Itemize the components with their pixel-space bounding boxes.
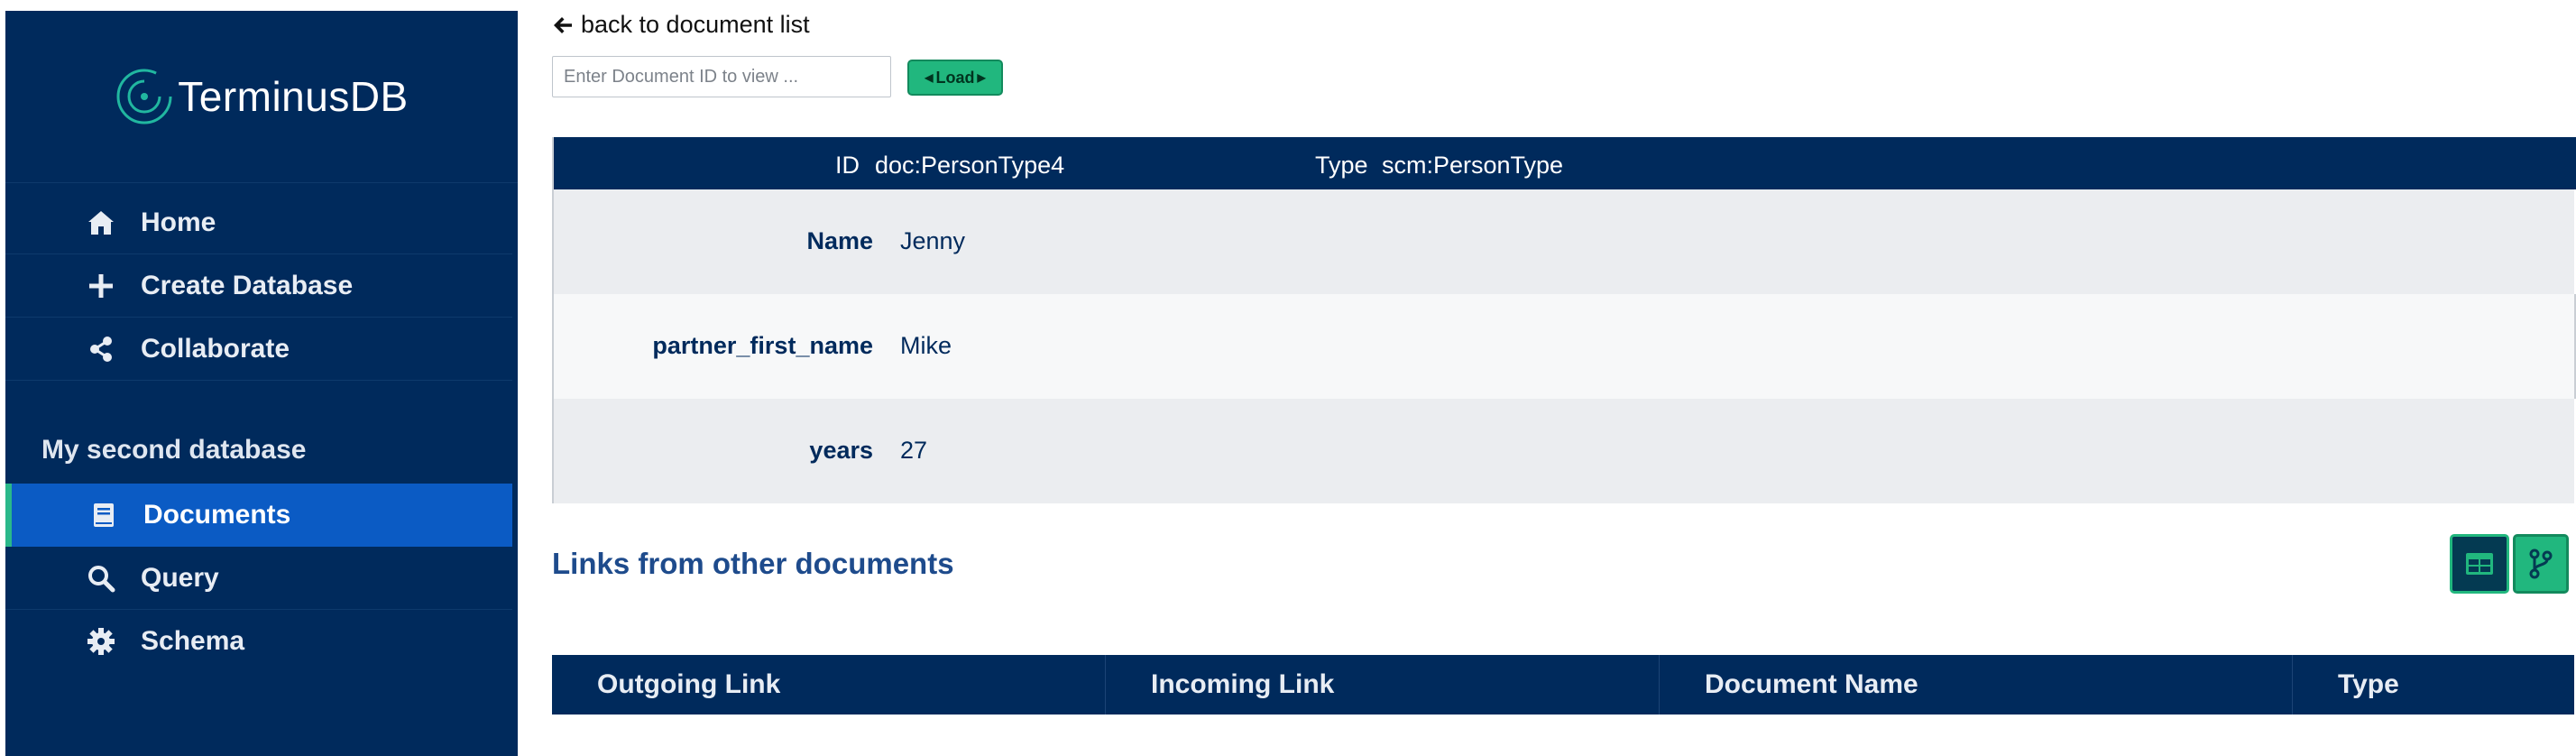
code-branch-icon <box>2529 549 2553 579</box>
sidebar-item-label: Create Database <box>141 270 354 300</box>
load-button[interactable]: ◀ Load ▶ <box>907 60 1003 96</box>
document-field-row: Name Jenny <box>554 189 2574 294</box>
sidebar-item-documents[interactable]: Documents <box>5 484 512 547</box>
caret-right-icon: ▶ <box>977 71 986 84</box>
column-header-label: Outgoing Link <box>597 669 781 699</box>
sidebar-item-collaborate[interactable]: Collaborate <box>5 318 512 381</box>
sidebar-item-label: Schema <box>141 626 245 656</box>
table-icon <box>2466 553 2493 575</box>
plus-icon <box>83 268 119 304</box>
arrow-left-icon <box>554 16 572 33</box>
search-icon <box>83 560 119 596</box>
links-table-header: Outgoing Link Incoming Link Document Nam… <box>552 655 2574 715</box>
sidebar-item-schema[interactable]: Schema <box>5 610 512 673</box>
sidebar-item-label: Home <box>141 207 216 237</box>
field-key: Name <box>806 227 873 254</box>
id-value: doc:PersonType4 <box>875 152 1065 179</box>
column-header-document-name[interactable]: Document Name <box>1660 655 2293 715</box>
home-icon <box>83 205 119 241</box>
document-view: ID doc:PersonType4 Type scm:PersonType N… <box>552 137 2576 503</box>
share-icon <box>83 331 119 367</box>
back-to-document-list-link[interactable]: back to document list <box>552 11 810 39</box>
id-label: ID <box>835 152 860 179</box>
field-value: Mike <box>900 332 952 359</box>
logo-text: TerminusDB <box>178 73 409 120</box>
field-key: years <box>809 437 873 464</box>
sidebar-item-home[interactable]: Home <box>5 191 512 254</box>
caret-left-icon: ◀ <box>925 71 934 84</box>
type-value: scm:PersonType <box>1382 152 1564 179</box>
type-label: Type <box>1315 152 1368 179</box>
sidebar-item-label: Documents <box>143 500 291 530</box>
sidebar: TerminusDB Home Create Database Collabor… <box>5 11 518 756</box>
column-header-label: Incoming Link <box>1151 669 1335 699</box>
column-header-label: Document Name <box>1705 669 1918 699</box>
column-header-incoming-link[interactable]: Incoming Link <box>1106 655 1660 715</box>
table-view-button[interactable] <box>2450 534 2509 594</box>
terminusdb-logo-icon <box>116 69 172 124</box>
graph-view-button[interactable] <box>2513 534 2569 594</box>
app: TerminusDB Home Create Database Collabor… <box>0 0 2576 756</box>
load-button-label: Load <box>935 68 975 87</box>
sidebar-item-query[interactable]: Query <box>5 547 512 610</box>
document-id-input[interactable] <box>552 56 891 97</box>
column-header-outgoing-link[interactable]: Outgoing Link <box>552 655 1106 715</box>
links-section-title: Links from other documents <box>552 547 954 580</box>
column-header-label: Type <box>2338 669 2399 699</box>
field-value: 27 <box>900 437 928 464</box>
document-header: ID doc:PersonType4 Type scm:PersonType <box>554 137 2576 189</box>
document-field-row: partner_first_name Mike <box>554 294 2576 399</box>
database-name: My second database <box>41 435 307 465</box>
gear-icon <box>83 623 119 659</box>
field-key: partner_first_name <box>652 332 873 359</box>
document-field-row: years 27 <box>554 399 2574 503</box>
column-header-type[interactable]: Type <box>2293 655 2574 715</box>
logo[interactable]: TerminusDB <box>5 11 518 183</box>
field-value: Jenny <box>900 227 966 254</box>
book-icon <box>86 497 122 533</box>
sidebar-item-label: Query <box>141 562 219 593</box>
sidebar-item-label: Collaborate <box>141 333 290 364</box>
sidebar-item-create-database[interactable]: Create Database <box>5 254 512 318</box>
back-link-label: back to document list <box>581 11 810 38</box>
